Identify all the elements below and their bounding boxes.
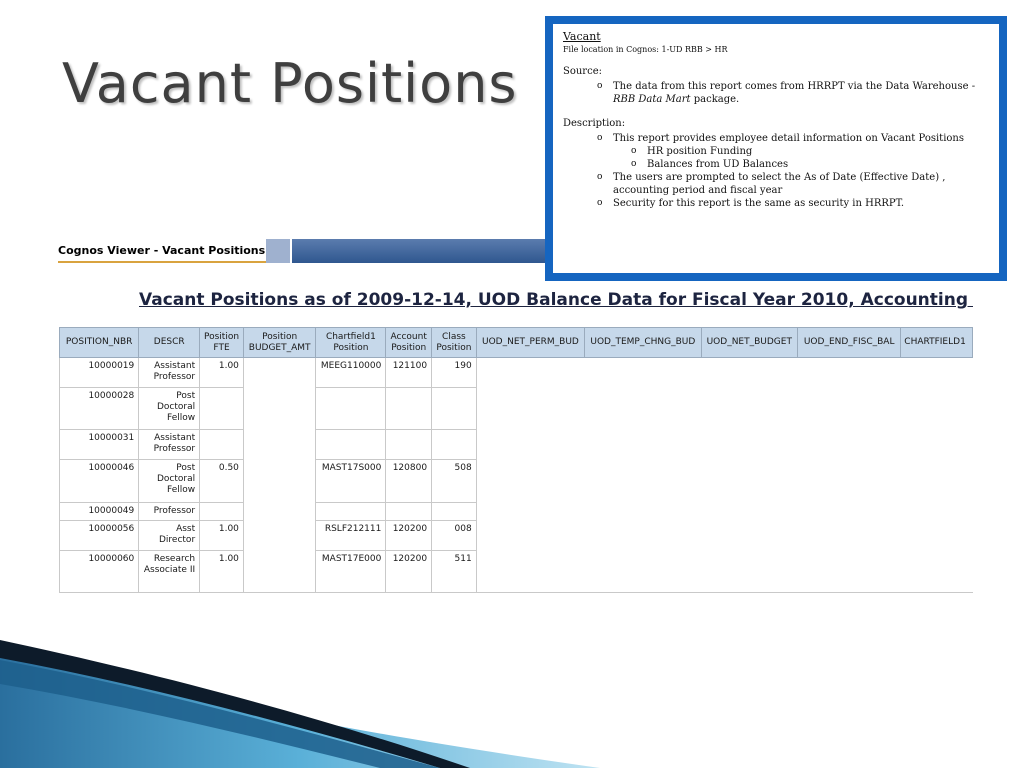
cell-descr: Post Doctoral Fellow	[138, 459, 201, 503]
cell-account: 120800	[385, 459, 433, 503]
cell-fte: 1.00	[199, 357, 244, 388]
cell-account: 120200	[385, 550, 433, 593]
viewer-swatch	[266, 239, 290, 263]
cell-position-nbr: 10000060	[59, 550, 140, 593]
empty-balance-area	[475, 357, 973, 593]
cell-account	[385, 502, 433, 521]
report-table-container[interactable]: POSITION_NBR DESCR Position FTE Position…	[59, 327, 973, 599]
report-heading: Vacant Positions as of 2009-12-14, UOD B…	[139, 290, 973, 310]
column-header[interactable]: UOD_NET_BUDGET	[700, 327, 799, 358]
cell-chartfield	[315, 502, 387, 521]
column-header[interactable]: Position BUDGET_AMT	[242, 327, 317, 358]
column-header[interactable]: UOD_TEMP_CHNG_BUD	[584, 327, 702, 358]
note-file-location: File location in Cognos: 1-UD RBB > HR	[563, 45, 728, 54]
list-item: o HR position Funding	[563, 145, 989, 158]
note-desc-2: The users are prompted to select the As …	[613, 172, 946, 196]
slide-title: Vacant Positions	[62, 52, 518, 115]
note-source-heading: Source:	[563, 66, 602, 77]
cell-class	[431, 502, 477, 521]
note-source-text-1: The data from this report comes from HRR…	[613, 81, 976, 92]
viewer-title: Cognos Viewer - Vacant Positions	[58, 244, 266, 257]
cell-chartfield: RSLF212111	[315, 520, 387, 551]
note-desc-1b: Balances from UD Balances	[647, 159, 789, 170]
bullet-icon: o	[597, 172, 603, 182]
cell-position-nbr: 10000031	[59, 429, 140, 460]
cell-chartfield	[315, 429, 387, 460]
cell-class: 511	[431, 550, 477, 593]
column-header[interactable]: Class Position	[431, 327, 477, 358]
cell-position-nbr: 10000019	[59, 357, 140, 388]
cell-fte: 1.00	[199, 520, 244, 551]
list-item: o The data from this report comes from H…	[563, 80, 989, 106]
note-desc-3: Security for this report is the same as …	[613, 198, 905, 209]
cell-chartfield: MEEG110000	[315, 357, 387, 388]
cell-class: 508	[431, 459, 477, 503]
note-source-text-italic: RBB Data Mart	[613, 94, 691, 105]
cell-descr: Asst Director	[138, 520, 201, 551]
table-header-row: POSITION_NBR DESCR Position FTE Position…	[59, 327, 973, 358]
column-header[interactable]: UOD_NET_PERM_BUD	[475, 327, 586, 358]
cell-descr: Post Doctoral Fellow	[138, 387, 201, 430]
viewer-tab-underline	[58, 261, 266, 263]
cell-fte: 1.00	[199, 550, 244, 593]
list-item: o Balances from UD Balances	[563, 158, 989, 171]
column-header[interactable]: Account Position	[385, 327, 433, 358]
cell-descr: Assistant Professor	[138, 357, 201, 388]
column-header[interactable]: Position FTE	[199, 327, 244, 358]
column-header[interactable]: POSITION_NBR	[59, 327, 140, 358]
cell-class: 008	[431, 520, 477, 551]
note-description-list: o This report provides employee detail i…	[563, 132, 989, 210]
cell-account: 121100	[385, 357, 433, 388]
table-row: 10000019 Assistant Professor 1.00 MEEG11…	[59, 357, 973, 593]
bullet-icon: o	[631, 159, 637, 169]
column-header[interactable]: UOD_END_FISC_BAL	[797, 327, 902, 358]
cell-class	[431, 429, 477, 460]
cell-class	[431, 387, 477, 430]
cell-fte: 0.50	[199, 459, 244, 503]
cell-account: 120200	[385, 520, 433, 551]
bullet-icon: o	[597, 198, 603, 208]
cell-chartfield: MAST17S000	[315, 459, 387, 503]
list-item: o The users are prompted to select the A…	[563, 171, 989, 197]
report-table: POSITION_NBR DESCR Position FTE Position…	[59, 327, 973, 593]
column-header[interactable]: CHARTFIELD1	[900, 327, 973, 358]
cell-position-nbr: 10000049	[59, 502, 140, 521]
note-desc-1: This report provides employee detail inf…	[613, 133, 964, 144]
cell-position-nbr: 10000056	[59, 520, 140, 551]
note-title: Vacant	[563, 30, 601, 43]
cell-fte	[199, 502, 244, 521]
note-desc-1a: HR position Funding	[647, 146, 753, 157]
bullet-icon: o	[597, 133, 603, 143]
cell-descr: Research Associate II	[138, 550, 201, 593]
cell-descr: Assistant Professor	[138, 429, 201, 460]
cell-class: 190	[431, 357, 477, 388]
cell-account	[385, 387, 433, 430]
cell-budget-amt	[242, 357, 317, 593]
note-source-text-2: package.	[690, 94, 740, 105]
cell-descr: Professor	[138, 502, 201, 521]
decorative-swoosh	[0, 640, 600, 768]
bullet-icon: o	[631, 146, 637, 156]
cell-fte	[199, 387, 244, 430]
list-item: o Security for this report is the same a…	[563, 197, 989, 210]
cell-account	[385, 429, 433, 460]
column-header[interactable]: DESCR	[138, 327, 201, 358]
cell-chartfield: MAST17E000	[315, 550, 387, 593]
cell-position-nbr: 10000028	[59, 387, 140, 430]
cell-chartfield	[315, 387, 387, 430]
column-header[interactable]: Chartfield1 Position	[315, 327, 387, 358]
note-description-heading: Description:	[563, 118, 626, 129]
note-source-list: o The data from this report comes from H…	[563, 80, 989, 106]
report-info-note: Vacant File location in Cognos: 1-UD RBB…	[545, 16, 1007, 281]
list-item: o This report provides employee detail i…	[563, 132, 989, 145]
cell-position-nbr: 10000046	[59, 459, 140, 503]
bullet-icon: o	[597, 81, 603, 91]
cell-fte	[199, 429, 244, 460]
